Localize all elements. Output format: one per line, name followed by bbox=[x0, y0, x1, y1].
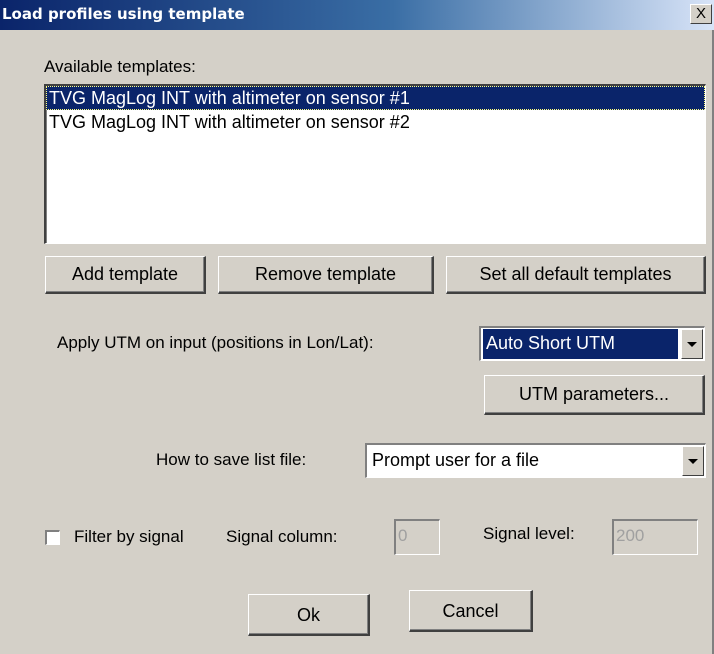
signal-level-label: Signal level: bbox=[483, 524, 575, 543]
close-button[interactable]: X bbox=[690, 4, 712, 24]
template-item-1[interactable]: TVG MagLog INT with altimeter on sensor … bbox=[46, 86, 705, 110]
utm-dropdown-arrow[interactable] bbox=[681, 329, 703, 359]
save-list-select[interactable]: Prompt user for a file bbox=[365, 443, 706, 478]
save-list-label: How to save list file: bbox=[156, 450, 307, 469]
available-templates-label: Available templates: bbox=[44, 57, 196, 76]
utm-select[interactable]: Auto Short UTM bbox=[479, 326, 705, 361]
filter-checkbox[interactable] bbox=[45, 530, 60, 545]
utm-parameters-button[interactable]: UTM parameters... bbox=[484, 375, 705, 415]
cancel-button[interactable]: Cancel bbox=[409, 590, 533, 632]
save-list-select-value: Prompt user for a file bbox=[372, 450, 540, 470]
chevron-down-icon bbox=[687, 341, 697, 347]
template-item-2[interactable]: TVG MagLog INT with altimeter on sensor … bbox=[46, 110, 705, 134]
utm-label: Apply UTM on input (positions in Lon/Lat… bbox=[57, 333, 374, 352]
save-dropdown-arrow[interactable] bbox=[682, 446, 704, 476]
signal-column-input[interactable]: 0 bbox=[394, 519, 440, 555]
chevron-down-icon bbox=[688, 458, 698, 464]
remove-template-button[interactable]: Remove template bbox=[218, 256, 434, 294]
window-title: Load profiles using template bbox=[2, 5, 245, 23]
templates-listbox[interactable]: TVG MagLog INT with altimeter on sensor … bbox=[44, 84, 706, 244]
add-template-button[interactable]: Add template bbox=[45, 256, 206, 294]
signal-level-input[interactable]: 200 bbox=[612, 519, 698, 555]
utm-select-value: Auto Short UTM bbox=[483, 329, 678, 359]
ok-button[interactable]: Ok bbox=[248, 594, 370, 636]
title-bar[interactable]: Load profiles using template X bbox=[0, 0, 714, 30]
signal-column-label: Signal column: bbox=[226, 527, 338, 546]
close-icon: X bbox=[695, 5, 706, 22]
set-default-templates-button[interactable]: Set all default templates bbox=[446, 256, 706, 294]
filter-by-signal-label[interactable]: Filter by signal bbox=[74, 527, 184, 547]
